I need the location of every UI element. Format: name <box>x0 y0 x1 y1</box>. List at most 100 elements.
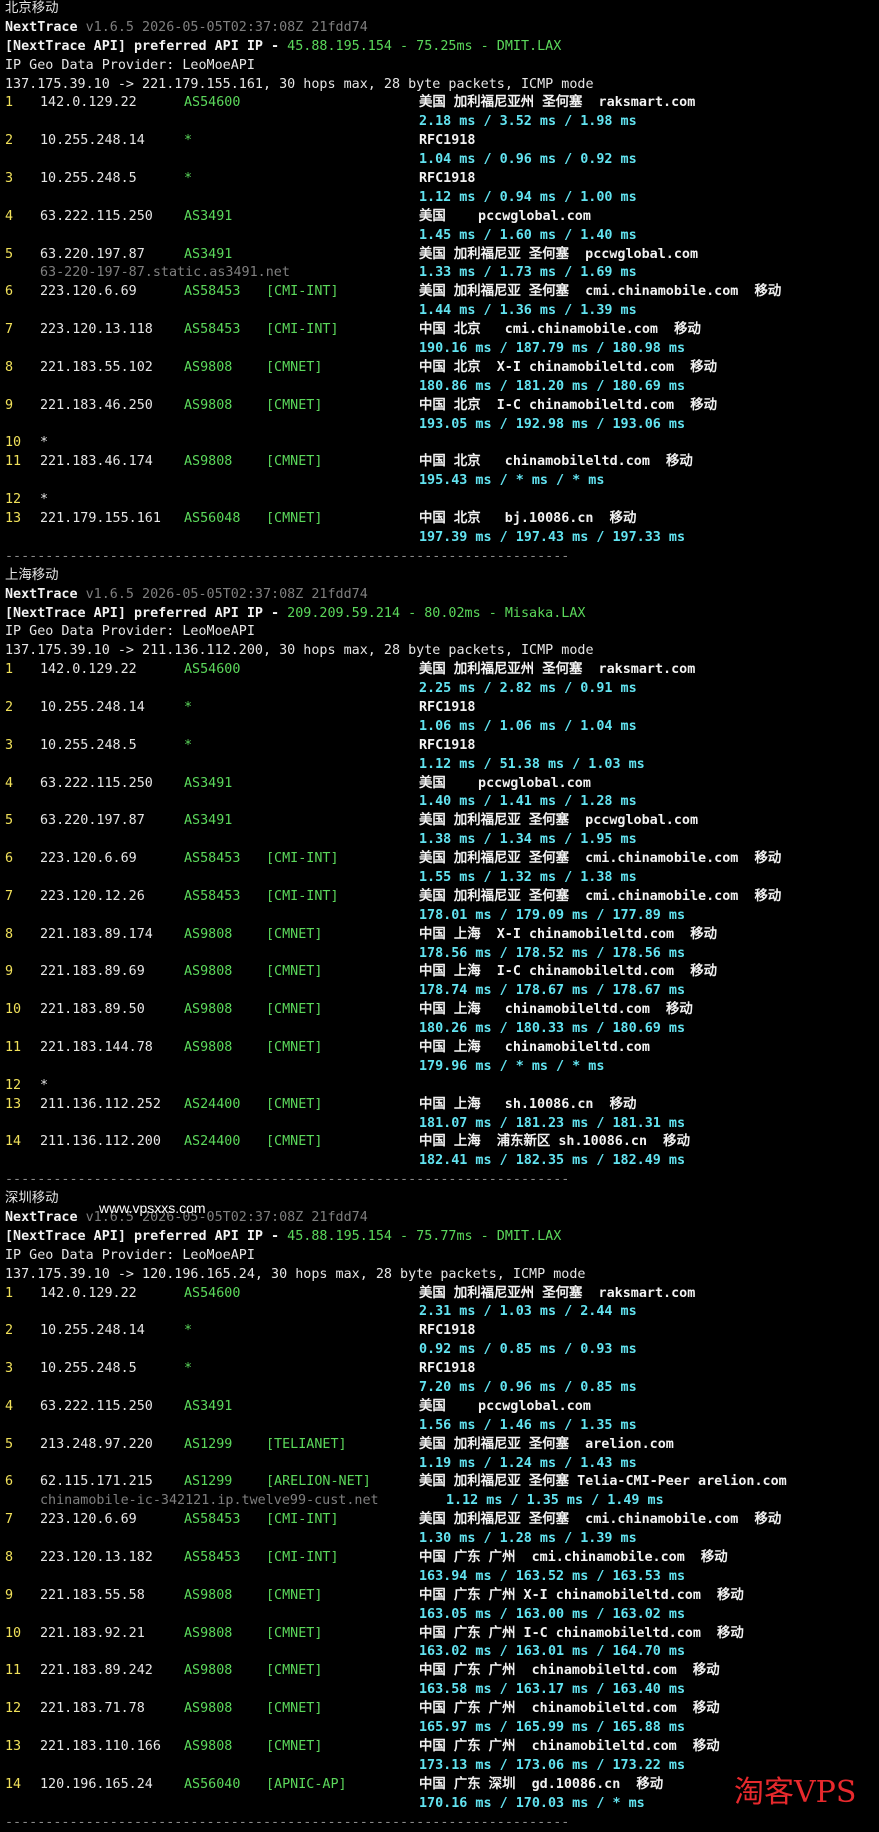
hop-tag: [CMNET] <box>266 1700 322 1719</box>
hop-geo: 美国 pccwglobal.com <box>419 775 591 794</box>
hop-rtt: 1.12 ms / 0.94 ms / 1.00 ms <box>419 189 637 208</box>
hop-number: 13 <box>5 1096 21 1115</box>
hop-tag: [CMNET] <box>266 1096 322 1115</box>
hop-row: 9221.183.89.69AS9808[CMNET]中国 上海 I-C chi… <box>5 963 877 982</box>
api-ip: 209.209.59.214 <box>287 606 400 621</box>
hop-row: 11221.183.89.242AS9808[CMNET]中国 广东 广州 ch… <box>5 1662 877 1681</box>
version-line: NextTrace v1.6.5 2026-05-05T02:37:08Z 21… <box>5 19 877 38</box>
hop-row: 14211.136.112.200AS24400[CMNET]中国 上海 浦东新… <box>5 1133 877 1152</box>
hop-number: 11 <box>5 453 21 472</box>
app-version: v1.6.5 2026-05-05T02:37:08Z 21fdd74 <box>86 20 368 35</box>
hop-rtt-row: 1.40 ms / 1.41 ms / 1.28 ms <box>5 793 877 812</box>
hop-rtt-row: 7.20 ms / 0.96 ms / 0.85 ms <box>5 1379 877 1398</box>
api-node: DMIT.LAX <box>497 1229 562 1244</box>
trace-header-text: 137.175.39.10 -> 120.196.165.24, 30 hops… <box>5 1266 585 1285</box>
hop-rtt: 178.01 ms / 179.09 ms / 177.89 ms <box>419 907 685 926</box>
hop-number: 14 <box>5 1776 21 1795</box>
hop-tag: [CMI-INT] <box>266 321 339 340</box>
hop-row: 8223.120.13.182AS58453[CMI-INT]中国 广东 广州 … <box>5 1549 877 1568</box>
hop-rtt: 1.19 ms / 1.24 ms / 1.43 ms <box>419 1455 637 1474</box>
hop-ip: 10.255.248.14 <box>40 1322 145 1341</box>
hop-rtt-row: 181.07 ms / 181.23 ms / 181.31 ms <box>5 1115 877 1134</box>
hop-tag: [CMI-INT] <box>266 1549 339 1568</box>
hop-tag: [CMNET] <box>266 1587 322 1606</box>
hop-geo: RFC1918 <box>419 170 475 189</box>
api-node: Misaka.LAX <box>505 606 586 621</box>
hop-number: 6 <box>5 850 13 869</box>
hop-rtt-row: 63-220-197-87.static.as3491.net1.33 ms /… <box>5 264 877 283</box>
hop-number: 8 <box>5 926 13 945</box>
hop-rtt-row: 1.38 ms / 1.34 ms / 1.95 ms <box>5 831 877 850</box>
hop-rtt: 173.13 ms / 173.06 ms / 173.22 ms <box>419 1757 685 1776</box>
section-title: 上海移动 <box>5 567 877 586</box>
hop-asn: AS56048 <box>184 510 240 529</box>
hop-geo: RFC1918 <box>419 699 475 718</box>
hop-ip: 120.196.165.24 <box>40 1776 153 1795</box>
hop-asn: * <box>184 170 192 189</box>
hop-ip: 221.183.144.78 <box>40 1039 153 1058</box>
hop-tag: [CMNET] <box>266 359 322 378</box>
hop-geo: 中国 广东 广州 chinamobileltd.com 移动 <box>419 1662 720 1681</box>
hop-number: 12 <box>5 1700 21 1719</box>
hop-tag: [CMI-INT] <box>266 888 339 907</box>
hop-row: 563.220.197.87AS3491美国 加利福尼亚 圣何塞 pccwglo… <box>5 246 877 265</box>
hop-ip: 63.220.197.87 <box>40 246 145 265</box>
hop-row: 662.115.171.215AS1299[ARELION-NET]美国 加利福… <box>5 1473 877 1492</box>
hop-rtt-row: 165.97 ms / 165.99 ms / 165.88 ms <box>5 1719 877 1738</box>
hop-number: 1 <box>5 1285 13 1304</box>
hop-geo: 中国 上海 sh.10086.cn 移动 <box>419 1096 636 1115</box>
hop-rtt: 180.26 ms / 180.33 ms / 180.69 ms <box>419 1020 685 1039</box>
hop-rtt: 2.25 ms / 2.82 ms / 0.91 ms <box>419 680 637 699</box>
api-line: [NextTrace API] preferred API IP - 45.88… <box>5 1228 877 1247</box>
hop-asn: AS9808 <box>184 1738 232 1757</box>
hop-row: 7223.120.6.69AS58453[CMI-INT]美国 加利福尼亚 圣何… <box>5 1511 877 1530</box>
hop-asn: AS54600 <box>184 1285 240 1304</box>
hop-ip: 221.183.55.58 <box>40 1587 145 1606</box>
hop-tag: [CMNET] <box>266 963 322 982</box>
hop-asn: AS9808 <box>184 397 232 416</box>
hop-tag: [CMNET] <box>266 1662 322 1681</box>
geo-provider-text: IP Geo Data Provider: LeoMoeAPI <box>5 57 255 76</box>
hop-rtt-row: 180.86 ms / 181.20 ms / 180.69 ms <box>5 378 877 397</box>
hop-tag: [CMNET] <box>266 1133 322 1152</box>
hop-rtt: 195.43 ms / * ms / * ms <box>419 472 604 491</box>
section-title-text: 北京移动 <box>5 0 59 19</box>
hop-row: 10* <box>5 434 877 453</box>
hop-rtt-row: 2.31 ms / 1.03 ms / 2.44 ms <box>5 1303 877 1322</box>
hop-row: 11221.183.144.78AS9808[CMNET]中国 上海 china… <box>5 1039 877 1058</box>
hop-asn: AS58453 <box>184 321 240 340</box>
hop-number: 7 <box>5 1511 13 1530</box>
hop-geo: 中国 上海 I-C chinamobileltd.com 移动 <box>419 963 717 982</box>
hop-timeout: * <box>40 1077 48 1096</box>
hop-rtt: 163.05 ms / 163.00 ms / 163.02 ms <box>419 1606 685 1625</box>
hop-ip: 221.183.89.50 <box>40 1001 145 1020</box>
hop-row: 13221.183.110.166AS9808[CMNET]中国 广东 广州 c… <box>5 1738 877 1757</box>
hop-rtt: 179.96 ms / * ms / * ms <box>419 1058 604 1077</box>
hop-number: 2 <box>5 132 13 151</box>
hop-tag: [APNIC-AP] <box>266 1776 347 1795</box>
hop-number: 12 <box>5 1077 21 1096</box>
hop-ip: 142.0.129.22 <box>40 94 137 113</box>
hop-ip: 10.255.248.5 <box>40 170 137 189</box>
hop-rtt: 178.56 ms / 178.52 ms / 178.56 ms <box>419 945 685 964</box>
hop-geo: 中国 广东 广州 I-C chinamobileltd.com 移动 <box>419 1625 744 1644</box>
hop-rtt-row: 1.04 ms / 0.96 ms / 0.92 ms <box>5 151 877 170</box>
hop-timeout: * <box>40 491 48 510</box>
hop-rtt-row: 0.92 ms / 0.85 ms / 0.93 ms <box>5 1341 877 1360</box>
hop-asn: * <box>184 737 192 756</box>
hop-rtt: 2.18 ms / 3.52 ms / 1.98 ms <box>419 113 637 132</box>
hop-rtt: 7.20 ms / 0.96 ms / 0.85 ms <box>419 1379 637 1398</box>
section-title-text: 深圳移动 <box>5 1190 59 1209</box>
hop-asn: AS3491 <box>184 208 232 227</box>
hop-rdns: 63-220-197-87.static.as3491.net <box>40 264 290 283</box>
trace-header-line: 137.175.39.10 -> 211.136.112.200, 30 hop… <box>5 642 877 661</box>
hop-geo: 美国 pccwglobal.com <box>419 1398 591 1417</box>
trace-header-text: 137.175.39.10 -> 221.179.155.161, 30 hop… <box>5 76 594 95</box>
hop-ip: 142.0.129.22 <box>40 1285 137 1304</box>
hop-geo: 美国 pccwglobal.com <box>419 208 591 227</box>
hop-geo: 美国 加利福尼亚 圣何塞 cmi.chinamobile.com 移动 <box>419 1511 781 1530</box>
hop-asn: * <box>184 699 192 718</box>
hop-rtt: 1.45 ms / 1.60 ms / 1.40 ms <box>419 227 637 246</box>
hop-rtt: 163.02 ms / 163.01 ms / 164.70 ms <box>419 1643 685 1662</box>
hop-ip: 10.255.248.14 <box>40 699 145 718</box>
